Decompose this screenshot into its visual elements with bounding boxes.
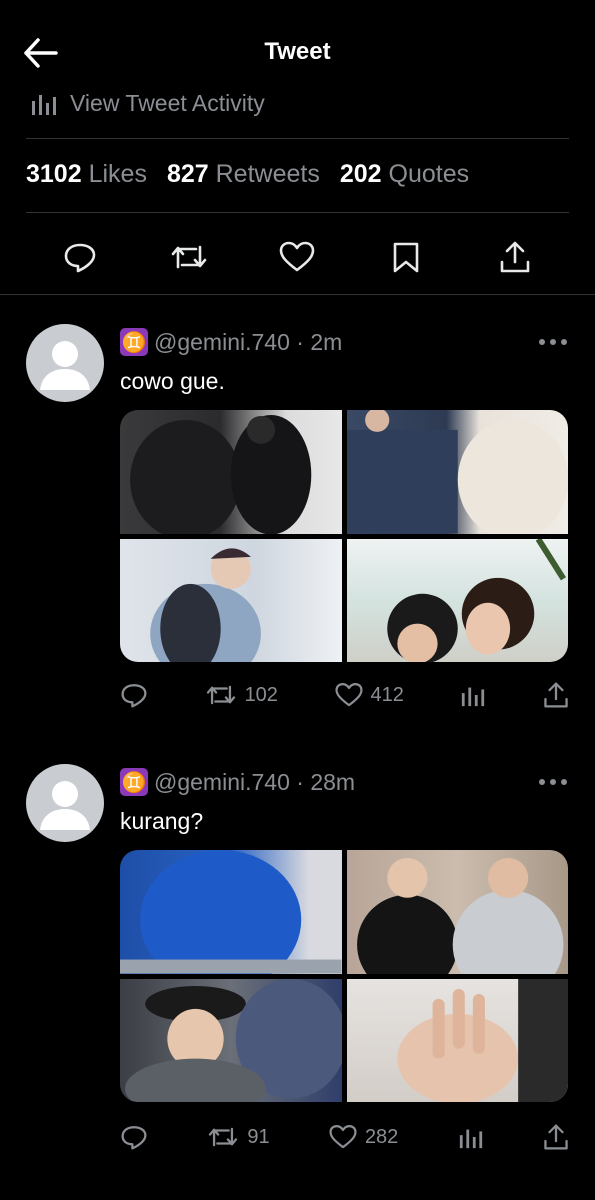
like-count: 282 [364,1125,399,1148]
view-tweet-activity-link[interactable]: View Tweet Activity [30,88,265,118]
analytics-button[interactable] [460,683,486,707]
retweet-icon[interactable] [169,237,209,277]
tweet-action-bar [26,230,569,284]
user-handle[interactable]: @gemini.740 [154,769,290,796]
like-heart-icon [334,683,363,707]
tweet-text: kurang? [120,808,204,834]
share-button[interactable] [543,681,569,709]
reply-icon[interactable] [60,237,100,277]
analytics-icon [32,95,56,115]
page-title: Tweet [264,38,331,65]
divider [0,294,595,295]
share-button[interactable] [543,1123,569,1151]
reply-tweet[interactable]: ♊ @gemini.740 · 2m cowo gue. 102 412 [0,324,595,734]
gemini-emoji: ♊ [120,328,148,356]
photo[interactable] [346,538,568,662]
tweet-header: ♊ @gemini.740 · 2m [120,328,342,356]
retweets-count: 827 [166,160,209,188]
more-options-icon[interactable] [537,772,569,792]
tweet-stats: 3102 Likes 827 Retweets 202 Quotes [26,160,469,189]
photo[interactable] [346,850,568,974]
retweet-icon [206,685,235,705]
retweet-icon [209,1127,238,1147]
user-handle[interactable]: @gemini.740 [154,329,290,356]
photo[interactable] [346,410,568,534]
retweet-count: 102 [244,683,278,706]
like-heart-icon [329,1125,357,1149]
retweets-stat[interactable]: 827 Retweets [167,160,320,189]
reply-button[interactable] [120,1124,148,1150]
share-icon[interactable] [495,237,535,277]
like-heart-icon[interactable] [277,237,317,277]
analytics-button[interactable] [458,1125,484,1149]
retweets-label: Retweets [215,160,320,188]
quotes-count: 202 [339,160,382,188]
gemini-emoji: ♊ [120,768,148,796]
photo[interactable] [120,538,342,662]
timestamp: · 2m [296,328,343,355]
share-icon [544,1124,568,1150]
bookmark-icon[interactable] [386,237,426,277]
tweet-actions: 91 282 [120,1120,569,1154]
quotes-stat[interactable]: 202 Quotes [340,160,469,189]
retweet-button[interactable]: 91 [207,1124,270,1150]
reply-tweet[interactable]: ♊ @gemini.740 · 28m kurang? 91 282 [0,764,595,1174]
photo[interactable] [346,978,568,1102]
photo[interactable] [120,410,342,534]
retweet-button[interactable]: 102 [205,682,278,708]
tweet-header: ♊ @gemini.740 · 28m [120,768,355,796]
divider [26,138,569,139]
media-grid [120,410,568,662]
photo[interactable] [120,850,342,974]
quotes-label: Quotes [388,160,470,188]
like-button[interactable]: 282 [329,1124,398,1150]
like-button[interactable]: 412 [334,682,404,708]
photo[interactable] [120,978,342,1102]
activity-label: View Tweet Activity [70,89,265,116]
analytics-icon [459,1129,482,1149]
reply-icon [121,1126,147,1150]
avatar[interactable] [26,324,104,402]
analytics-icon [462,687,485,707]
like-count: 412 [370,683,404,706]
reply-icon [121,684,147,708]
likes-stat[interactable]: 3102 Likes [26,160,147,189]
top-bar: Tweet [0,0,595,100]
likes-count: 3102 [26,160,82,188]
likes-label: Likes [88,160,147,188]
retweet-count: 91 [247,1125,270,1148]
tweet-actions: 102 412 [120,678,569,712]
tweet-text: cowo gue. [120,368,225,394]
avatar[interactable] [26,764,104,842]
media-grid [120,850,568,1102]
more-options-icon[interactable] [537,332,569,352]
divider [26,212,569,213]
share-icon [544,682,568,708]
reply-button[interactable] [120,682,148,708]
timestamp: · 28m [296,768,356,795]
